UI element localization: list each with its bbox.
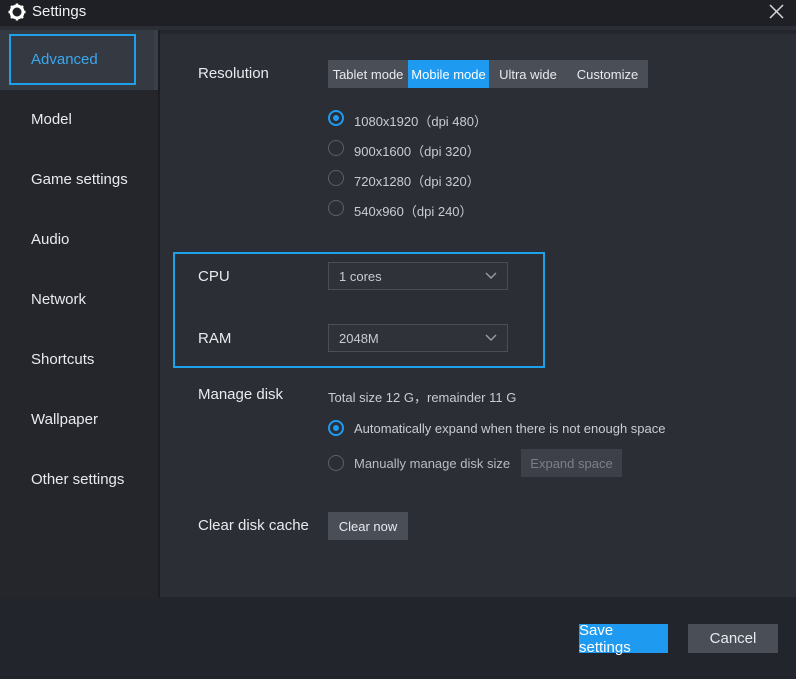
radio-unchecked-icon [328,170,344,186]
disk-auto-expand-option[interactable]: Automatically expand when there is not e… [328,419,673,439]
resolution-option-label: 900x1600（dpi 320） [354,144,480,159]
sidebar-item-other-settings[interactable]: Other settings [0,450,158,510]
chevron-down-icon [485,334,497,341]
sidebar-item-model[interactable]: Model [0,90,158,150]
mode-mobile-button[interactable]: Mobile mode [408,60,489,88]
clear-cache-label: Clear disk cache [198,517,309,534]
disk-option-label: Automatically expand when there is not e… [354,421,666,436]
save-settings-button[interactable]: Save settings [579,622,668,656]
radio-checked-icon [328,420,344,436]
resolution-option-label: 1080x1920（dpi 480） [354,114,487,129]
ram-select[interactable]: 2048M [328,324,508,352]
sidebar-item-label: Model [31,111,72,128]
radio-unchecked-icon [328,140,344,156]
resolution-option-540x960[interactable]: 540x960（dpi 240） [328,199,528,219]
settings-window: Settings Advanced Model Game settings Au… [0,0,796,679]
chevron-down-icon [485,272,497,279]
expand-space-button[interactable]: Expand space [521,449,622,477]
window-title: Settings [32,3,87,20]
mode-customize-button[interactable]: Customize [567,60,648,88]
disk-manual-option[interactable]: Manually manage disk size [328,454,518,474]
sidebar-item-label: Other settings [31,471,125,488]
sidebar-item-wallpaper[interactable]: Wallpaper [0,390,158,450]
resolution-option-label: 540x960（dpi 240） [354,204,473,219]
cpu-select-value: 1 cores [339,269,382,284]
radio-unchecked-icon [328,455,344,471]
close-icon[interactable] [764,0,790,26]
sidebar-item-label: Game settings [31,171,128,188]
mode-tablet-button[interactable]: Tablet mode [328,60,408,88]
sidebar-item-advanced[interactable]: Advanced [0,30,158,90]
manage-disk-label: Manage disk [198,386,284,403]
sidebar-item-audio[interactable]: Audio [0,210,158,270]
cancel-button[interactable]: Cancel [688,624,778,653]
cpu-label: CPU [198,268,230,285]
resolution-mode-group: Tablet mode Mobile mode Ultra wide Custo… [328,60,648,88]
ram-select-value: 2048M [339,331,379,346]
sidebar-item-label: Wallpaper [31,411,98,428]
ram-label: RAM [198,330,232,347]
title-bar: Settings [0,0,796,26]
resolution-label: Resolution [198,65,269,82]
radio-unchecked-icon [328,200,344,216]
content-top-strip [160,30,796,34]
mode-ultra-wide-button[interactable]: Ultra wide [489,60,567,88]
sidebar-item-game-settings[interactable]: Game settings [0,150,158,210]
sidebar-item-network[interactable]: Network [0,270,158,330]
disk-option-label: Manually manage disk size [354,456,511,471]
disk-size-summary: Total size 12 G，remainder 11 G [328,390,517,405]
sidebar-item-shortcuts[interactable]: Shortcuts [0,330,158,390]
sidebar-divider [158,30,160,597]
resolution-option-label: 720x1280（dpi 320） [354,174,480,189]
clear-now-button[interactable]: Clear now [328,512,408,540]
highlight-box [9,34,136,85]
sidebar: Advanced Model Game settings Audio Netwo… [0,30,158,597]
sidebar-item-label: Audio [31,231,70,248]
footer [0,597,796,679]
resolution-option-900x1600[interactable]: 900x1600（dpi 320） [328,139,528,159]
radio-checked-icon [328,110,344,126]
resolution-option-720x1280[interactable]: 720x1280（dpi 320） [328,169,528,189]
sidebar-item-label: Network [31,291,87,308]
gear-icon [8,3,26,21]
sidebar-item-label: Shortcuts [31,351,95,368]
resolution-option-1080x1920[interactable]: 1080x1920（dpi 480） [328,109,528,129]
cpu-select[interactable]: 1 cores [328,262,508,290]
